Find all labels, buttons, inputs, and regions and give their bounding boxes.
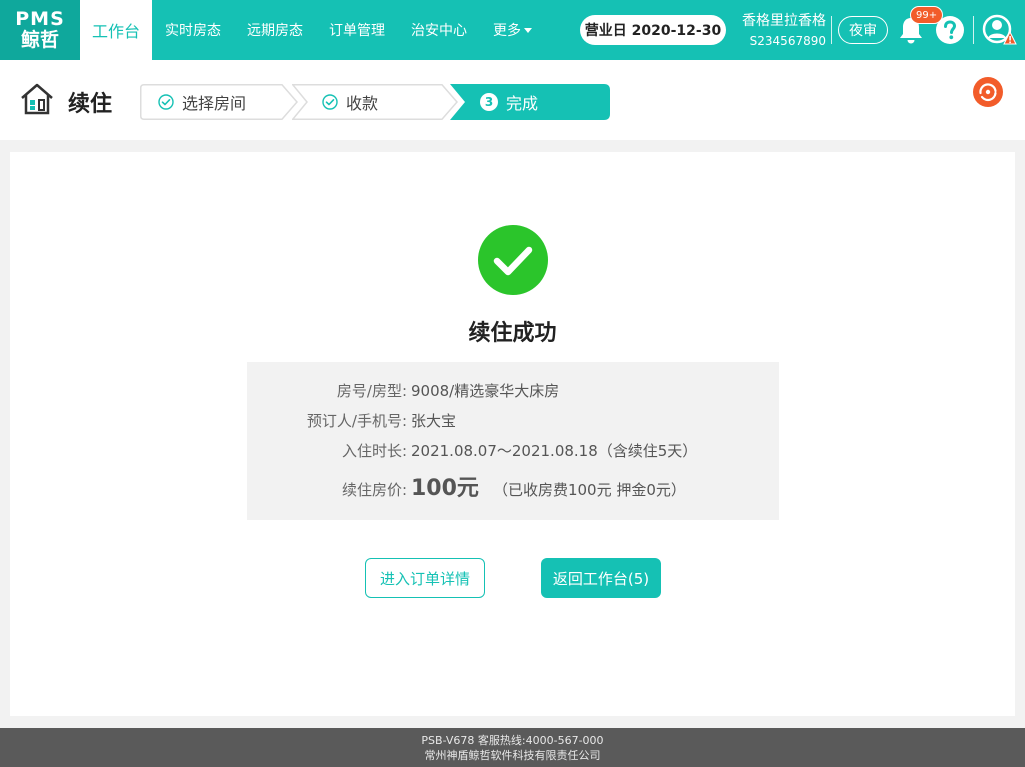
step-label: 完成 [506, 94, 539, 113]
info-row-duration: 入住时长: 2021.08.07～2021.08.18（含续住5天） [247, 440, 779, 470]
help-icon[interactable] [934, 14, 966, 46]
main-nav: 工作台 实时房态 远期房态 订单管理 治安中心 更多 [80, 0, 545, 60]
nav-item-workbench[interactable]: 工作台 [80, 0, 153, 60]
result-title: 续住成功 [468, 321, 557, 346]
back-to-workbench-button[interactable]: 返回工作台(5) [541, 558, 661, 598]
hotel-code: S234567890 [749, 34, 826, 48]
info-value: 2021.08.07～2021.08.18（含续住5天） [411, 442, 698, 460]
divider [973, 16, 974, 44]
hotel-name: 香格里拉香格 [742, 13, 826, 29]
nav-item-more[interactable]: 更多 [480, 0, 545, 60]
business-day-badge: 营业日 2020-12-30 [580, 15, 726, 45]
nav-item-future-room-status[interactable]: 远期房态 [234, 0, 316, 60]
info-label: 续住房价: [341, 481, 407, 499]
page-title: 续住 [68, 92, 113, 117]
info-row-price: 续住房价: 100元 （已收房费100元 押金0元） [247, 470, 779, 501]
app-logo[interactable]: PMS 鲸哲 [0, 0, 80, 60]
info-value: 9008/精选豪华大床房 [411, 382, 560, 400]
info-label: 入住时长: [341, 442, 407, 460]
hotel-info[interactable]: 香格里拉香格 S234567890 [736, 12, 826, 50]
logo-text-pms: PMS [15, 8, 65, 30]
order-detail-button[interactable]: 进入订单详情 [365, 558, 485, 598]
footer-company: 常州神盾鲸哲软件科技有限责任公司 [424, 749, 601, 762]
nav-item-order-management[interactable]: 订单管理 [316, 0, 398, 60]
top-navigation-bar: PMS 鲸哲 工作台 实时房态 远期房态 订单管理 治安中心 更多 营业日 20… [0, 0, 1025, 60]
info-row-room: 房号/房型: 9008/精选豪华大床房 [247, 380, 779, 410]
info-row-guest: 预订人/手机号: 张大宝 [247, 410, 779, 440]
info-label: 房号/房型: [336, 382, 407, 400]
success-check-icon [478, 225, 548, 295]
divider [831, 16, 832, 44]
customer-service-icon[interactable] [972, 76, 1004, 108]
check-circle-icon [158, 94, 174, 110]
user-avatar-icon[interactable] [981, 12, 1017, 48]
step-label: 收款 [346, 94, 379, 113]
footer-version-hotline: PSB-V678 客服热线:4000-567-000 [421, 734, 604, 747]
result-card: 续住成功 房号/房型: 9008/精选豪华大床房 预订人/手机号: 张大宝 入住… [10, 152, 1015, 716]
stay-info-box: 房号/房型: 9008/精选豪华大床房 预订人/手机号: 张大宝 入住时长: 2… [247, 362, 779, 520]
night-audit-button[interactable]: 夜审 [838, 16, 888, 44]
house-icon [21, 83, 53, 115]
price-note: （已收房费100元 押金0元） [492, 481, 686, 499]
nav-more-label: 更多 [493, 23, 522, 39]
step-select-room[interactable]: 选择房间 [140, 84, 300, 120]
page-header: 续住 选择房间 收款 3 完成 [0, 60, 1025, 140]
info-label: 预订人/手机号: [306, 412, 407, 430]
info-value: 张大宝 [411, 412, 457, 430]
check-circle-icon [322, 94, 338, 110]
nav-item-security-center[interactable]: 治安中心 [398, 0, 480, 60]
step-label: 选择房间 [182, 94, 247, 113]
chevron-down-icon [524, 27, 533, 33]
step-number: 3 [480, 93, 498, 111]
footer: PSB-V678 客服热线:4000-567-000 常州神盾鲸哲软件科技有限责… [0, 728, 1025, 767]
step-complete[interactable]: 3 完成 [450, 84, 610, 120]
nav-item-realtime-room-status[interactable]: 实时房态 [152, 0, 234, 60]
price-value: 100元 [411, 476, 479, 501]
logo-text-brand: 鲸哲 [20, 29, 59, 51]
step-payment[interactable]: 收款 [292, 84, 460, 120]
